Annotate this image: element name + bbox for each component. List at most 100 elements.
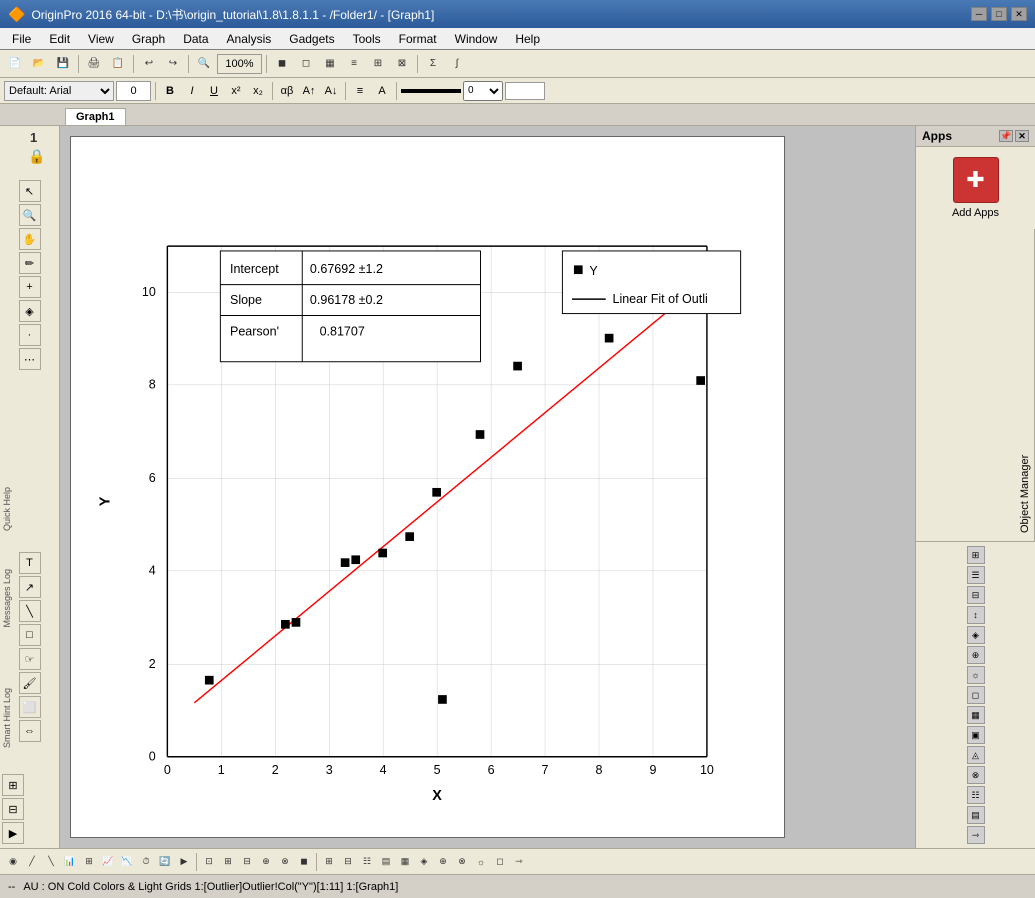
bt-btn22[interactable]: ◈ <box>415 853 433 871</box>
underline-btn[interactable]: U <box>204 81 224 101</box>
text-tool[interactable]: T <box>19 552 41 574</box>
minimize-button[interactable]: ─ <box>971 7 987 21</box>
menu-window[interactable]: Window <box>447 30 506 48</box>
right-tool-2[interactable]: ☰ <box>967 566 985 584</box>
line-tool[interactable]: ╲ <box>19 600 41 622</box>
mini-tool-3[interactable]: ▶ <box>2 822 24 844</box>
close-button[interactable]: ✕ <box>1011 7 1027 21</box>
menu-file[interactable]: File <box>4 30 39 48</box>
object-manager-label[interactable]: Object Manager <box>1016 229 1035 541</box>
bt-btn1[interactable]: ◉ <box>4 853 22 871</box>
right-tool-12[interactable]: ⊗ <box>967 766 985 784</box>
bt-btn13[interactable]: ⊟ <box>238 853 256 871</box>
superscript-btn[interactable]: x² <box>226 81 246 101</box>
bt-btn25[interactable]: ☼ <box>472 853 490 871</box>
bt-btn19[interactable]: ☷ <box>358 853 376 871</box>
menu-analysis[interactable]: Analysis <box>219 30 280 48</box>
data-tool[interactable]: ◈ <box>19 300 41 322</box>
new-btn[interactable]: 📄 <box>4 53 26 75</box>
italic-btn[interactable]: I <box>182 81 202 101</box>
graph-tab[interactable]: Graph1 <box>65 108 126 125</box>
right-tool-6[interactable]: ⊕ <box>967 646 985 664</box>
menu-graph[interactable]: Graph <box>124 30 173 48</box>
graph-panel[interactable]: 0 1 2 3 4 5 6 7 8 9 10 0 2 4 6 8 10 X <box>70 136 785 838</box>
color-btn[interactable]: A <box>372 81 392 101</box>
tb-btn5[interactable]: ⊞ <box>367 53 389 75</box>
tb-btn4[interactable]: ≡ <box>343 53 365 75</box>
brush-tool[interactable]: 🖌 <box>19 672 41 694</box>
right-tool-3[interactable]: ⊟ <box>967 586 985 604</box>
right-tool-1[interactable]: ⊞ <box>967 546 985 564</box>
bold-btn[interactable]: B <box>160 81 180 101</box>
bt-btn21[interactable]: ▦ <box>396 853 414 871</box>
undo-btn[interactable]: ↩ <box>138 53 160 75</box>
right-tool-13[interactable]: ☷ <box>967 786 985 804</box>
align-left[interactable]: ≡ <box>350 81 370 101</box>
font-select[interactable]: Default: Arial <box>4 81 114 101</box>
select-tool[interactable]: ↖ <box>19 180 41 202</box>
font-size-down[interactable]: A↓ <box>321 81 341 101</box>
crosshair-tool[interactable]: + <box>19 276 41 298</box>
right-tool-10[interactable]: ▣ <box>967 726 985 744</box>
tb-btn8[interactable]: ∫ <box>446 53 468 75</box>
bt-btn11[interactable]: ⊡ <box>200 853 218 871</box>
bt-btn18[interactable]: ⊟ <box>339 853 357 871</box>
zoom-input[interactable]: 100% <box>217 54 262 74</box>
pan-tool[interactable]: ✋ <box>19 228 41 250</box>
right-tool-4[interactable]: ↕ <box>967 606 985 624</box>
menu-view[interactable]: View <box>80 30 122 48</box>
bt-btn20[interactable]: ▤ <box>377 853 395 871</box>
bt-btn17[interactable]: ⊞ <box>320 853 338 871</box>
greek-btn[interactable]: αβ <box>277 81 297 101</box>
bt-btn23[interactable]: ⊕ <box>434 853 452 871</box>
menu-tools[interactable]: Tools <box>345 30 389 48</box>
tb-btn1[interactable]: ◼ <box>271 53 293 75</box>
expand-tool[interactable]: ⇔ <box>19 720 41 742</box>
bt-btn8[interactable]: ⏱ <box>137 853 155 871</box>
move-tool[interactable]: ☞ <box>19 648 41 670</box>
apps-pin-btn[interactable]: 📌 <box>999 130 1013 142</box>
tb-btn3[interactable]: ▦ <box>319 53 341 75</box>
open-btn[interactable]: 📂 <box>28 53 50 75</box>
menu-help[interactable]: Help <box>507 30 548 48</box>
right-tool-8[interactable]: ◻ <box>967 686 985 704</box>
right-tool-5[interactable]: ◈ <box>967 626 985 644</box>
right-tool-15[interactable]: ⇾ <box>967 826 985 844</box>
arrow-tool[interactable]: ↗ <box>19 576 41 598</box>
add-apps-icon[interactable]: ✚ <box>953 157 999 203</box>
bt-btn15[interactable]: ⊗ <box>276 853 294 871</box>
rect-tool[interactable]: □ <box>19 624 41 646</box>
menu-format[interactable]: Format <box>391 30 445 48</box>
line-color-box[interactable] <box>505 82 545 100</box>
bt-btn12[interactable]: ⊞ <box>219 853 237 871</box>
bt-btn5[interactable]: ⊞ <box>80 853 98 871</box>
copy-btn[interactable]: 📋 <box>107 53 129 75</box>
right-tool-9[interactable]: ▦ <box>967 706 985 724</box>
tb-btn7[interactable]: Σ <box>422 53 444 75</box>
save-btn[interactable]: 💾 <box>52 53 74 75</box>
scatter-tool[interactable]: ⋯ <box>19 348 41 370</box>
bt-btn14[interactable]: ⊕ <box>257 853 275 871</box>
bt-btn26[interactable]: ◻ <box>491 853 509 871</box>
bt-btn4[interactable]: 📊 <box>61 853 79 871</box>
redo-btn[interactable]: ↪ <box>162 53 184 75</box>
mini-tool-1[interactable]: ⊞ <box>2 774 24 796</box>
point-tool[interactable]: · <box>19 324 41 346</box>
right-tool-14[interactable]: ▤ <box>967 806 985 824</box>
zoom-in-btn[interactable]: 🔍 <box>193 53 215 75</box>
tb-btn2[interactable]: ◻ <box>295 53 317 75</box>
zoom-tool[interactable]: 🔍 <box>19 204 41 226</box>
bt-btn24[interactable]: ⊗ <box>453 853 471 871</box>
tb-btn6[interactable]: ⊠ <box>391 53 413 75</box>
font-size-up[interactable]: A↑ <box>299 81 319 101</box>
bt-btn27[interactable]: ⇾ <box>510 853 528 871</box>
menu-data[interactable]: Data <box>175 30 216 48</box>
draw-tool[interactable]: ✏ <box>19 252 41 274</box>
bt-btn10[interactable]: ▶ <box>175 853 193 871</box>
maximize-button[interactable]: □ <box>991 7 1007 21</box>
font-size-input[interactable] <box>116 81 151 101</box>
subscript-btn[interactable]: x₂ <box>248 81 268 101</box>
menu-edit[interactable]: Edit <box>41 30 78 48</box>
bt-btn3[interactable]: ╲ <box>42 853 60 871</box>
bt-btn6[interactable]: 📈 <box>99 853 117 871</box>
